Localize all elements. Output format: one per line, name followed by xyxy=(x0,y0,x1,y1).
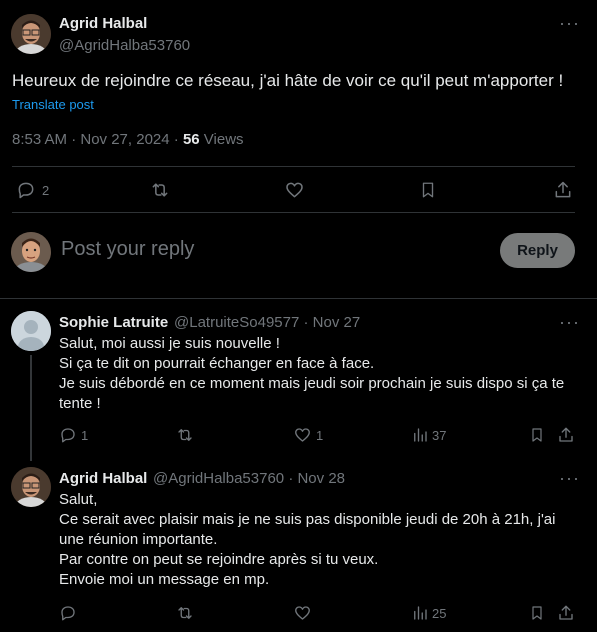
reply-count: 1 xyxy=(81,427,89,443)
reply-count: 2 xyxy=(42,182,50,198)
reply-author-handle[interactable]: @AgridHalba53760 · Nov 28 xyxy=(153,470,345,487)
post-text: Heureux de rejoindre ce réseau, j'ai hât… xyxy=(12,71,564,90)
repost-icon xyxy=(178,607,192,619)
like-action[interactable]: 1 xyxy=(293,426,323,444)
divider xyxy=(12,166,575,167)
more-options-icon[interactable]: ··· xyxy=(559,14,580,32)
share-action[interactable] xyxy=(553,180,573,200)
reply-line: Je suis débordé en ce moment mais jeudi … xyxy=(59,375,565,392)
heart-icon xyxy=(295,428,310,442)
author-name[interactable]: Agrid Halbal xyxy=(59,15,147,32)
avatar-image xyxy=(11,232,51,272)
reply-text: Salut, Ce serait avec plaisir mais je ne… xyxy=(59,490,555,590)
reply-icon xyxy=(61,428,75,443)
reply-line: Salut, xyxy=(59,491,98,508)
like-count: 1 xyxy=(316,427,324,443)
reply-author-handle[interactable]: @LatruiteSo49577 · Nov 27 xyxy=(174,314,360,331)
share-action[interactable] xyxy=(557,604,575,622)
reply-line: Envoie moi un message en mp. xyxy=(59,571,270,588)
reply-icon xyxy=(18,182,34,199)
analytics-icon xyxy=(414,428,427,442)
avatar-image xyxy=(11,14,51,54)
reply-line: une réunion importante. xyxy=(59,531,218,548)
views-count: 37 xyxy=(432,427,447,443)
reply-line: Ce serait avec plaisir mais je ne suis p… xyxy=(59,511,556,528)
repost-action[interactable] xyxy=(149,180,171,200)
divider xyxy=(12,212,575,213)
more-options-icon[interactable]: ··· xyxy=(559,313,580,331)
reply-avatar[interactable] xyxy=(11,311,51,351)
share-action[interactable] xyxy=(557,426,575,444)
thread-line xyxy=(30,355,32,461)
reply-line: tente ! xyxy=(59,395,101,412)
author-handle[interactable]: @AgridHalba53760 xyxy=(59,37,190,54)
bookmark-icon xyxy=(532,428,542,442)
bookmark-icon xyxy=(532,606,542,620)
reply-text: Salut, moi aussi je suis nouvelle ! Si ç… xyxy=(59,334,564,414)
default-avatar-icon xyxy=(11,311,51,351)
reply-input[interactable]: Post your reply xyxy=(61,238,194,261)
reply-line: Par contre on peut se rejoindre après si… xyxy=(59,551,379,568)
views-label: Views xyxy=(203,131,244,148)
reply-line: Si ça te dit on pourrait échanger en fac… xyxy=(59,355,375,372)
share-icon xyxy=(559,427,573,442)
like-action[interactable] xyxy=(284,180,305,200)
repost-action[interactable] xyxy=(175,604,195,622)
repost-action[interactable] xyxy=(175,426,195,444)
views-action[interactable]: 25 xyxy=(411,604,446,622)
share-icon xyxy=(559,605,573,620)
reply-icon xyxy=(61,606,75,621)
reply-button[interactable]: Reply xyxy=(500,233,575,268)
analytics-icon xyxy=(414,606,427,620)
views-count: 25 xyxy=(432,605,447,621)
views-count: 56 xyxy=(182,131,200,148)
heart-icon xyxy=(295,606,310,620)
avatar-image xyxy=(11,467,51,507)
reply-item[interactable]: Agrid Halbal @AgridHalba53760 · Nov 28 ·… xyxy=(0,459,597,632)
reply-item[interactable]: Sophie Latruite @LatruiteSo49577 · Nov 2… xyxy=(0,299,597,461)
bookmark-icon xyxy=(422,182,434,198)
author-avatar[interactable] xyxy=(11,14,51,54)
reply-action[interactable]: 2 xyxy=(16,180,49,200)
reply-author-name[interactable]: Sophie Latruite xyxy=(59,314,168,331)
share-icon xyxy=(555,181,571,198)
reply-avatar[interactable] xyxy=(11,467,51,507)
bookmark-action[interactable] xyxy=(529,604,545,622)
more-options-icon[interactable]: ··· xyxy=(559,469,580,487)
current-user-avatar[interactable] xyxy=(11,232,51,272)
post-timestamp[interactable]: 8:53 AM · Nov 27, 2024 · xyxy=(12,131,183,148)
repost-icon xyxy=(178,429,192,441)
bookmark-action[interactable] xyxy=(419,180,437,200)
reply-line: Salut, moi aussi je suis nouvelle ! xyxy=(59,335,280,352)
heart-icon xyxy=(286,182,303,198)
reply-action[interactable] xyxy=(59,604,77,622)
translate-post-link[interactable]: Translate post xyxy=(12,97,94,112)
main-post: Agrid Halbal @AgridHalba53760 ··· Heureu… xyxy=(0,0,597,299)
like-action[interactable] xyxy=(293,604,312,622)
reply-author-name[interactable]: Agrid Halbal xyxy=(59,470,147,487)
bookmark-action[interactable] xyxy=(529,426,545,444)
views-action[interactable]: 37 xyxy=(411,426,446,444)
reply-action[interactable]: 1 xyxy=(59,426,88,444)
post-meta: 8:53 AM · Nov 27, 2024 · 56 Views xyxy=(12,131,244,148)
repost-icon xyxy=(152,183,168,197)
